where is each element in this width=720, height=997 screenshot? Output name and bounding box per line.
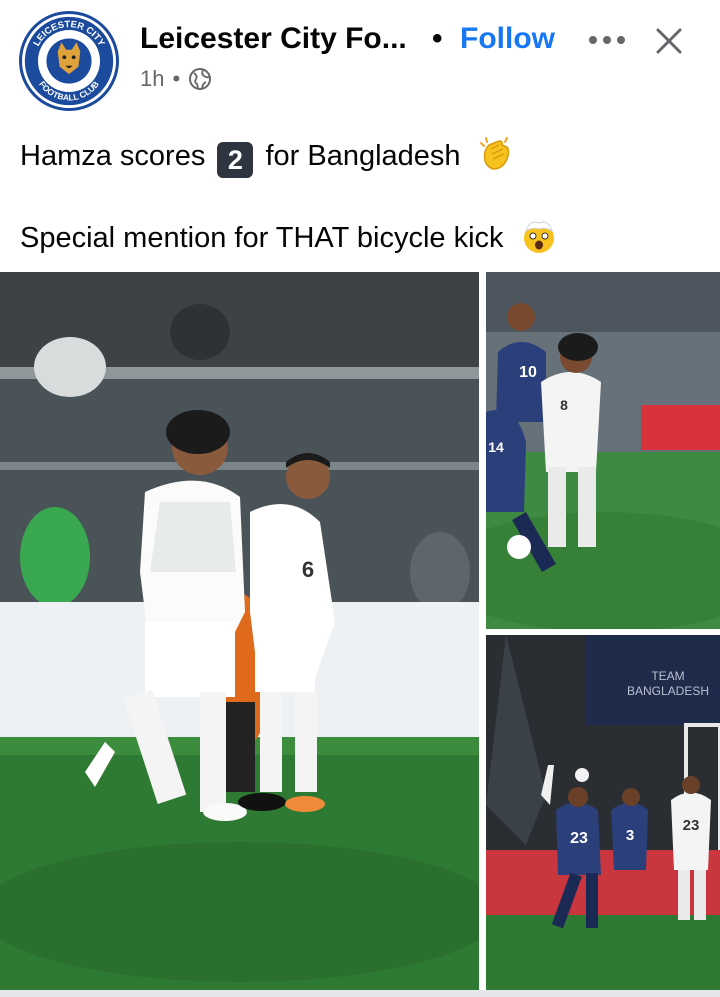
shirt-number-3: 3 (626, 827, 634, 844)
post-divider (0, 990, 720, 997)
post-photo-3[interactable]: TEAM BANGLADESH 23 3 23 (486, 635, 720, 990)
header-separator: • (432, 22, 443, 55)
shirt-number-14: 14 (488, 439, 504, 455)
shirt-number-8: 8 (560, 397, 568, 413)
banner-bangladesh: BANGLADESH (627, 684, 709, 698)
shirt-number-23-white: 23 (683, 817, 700, 834)
celebration-photo: 6 (0, 272, 479, 990)
page-avatar[interactable]: LEICESTER CITY FOOTBALL CLUB (19, 11, 119, 111)
match-action-photo: 10 8 14 (486, 272, 720, 629)
keycap-number: 2 (217, 142, 254, 178)
banner-team: TEAM (651, 669, 684, 683)
follow-button[interactable]: Follow (460, 22, 555, 56)
caption-text-1: Hamza scores (20, 140, 206, 172)
leicester-crest-logo: LEICESTER CITY FOOTBALL CLUB (24, 16, 114, 106)
shirt-number-1: 6 (302, 557, 314, 582)
clapping-hands-icon (479, 137, 509, 170)
caption-line-1: Hamza scores 2 for Bangladesh (20, 134, 558, 178)
post-meta: 1h • (140, 66, 212, 92)
caption-text-2: Special mention for THAT bicycle kick (20, 222, 504, 254)
shirt-number-10: 10 (519, 364, 537, 381)
close-icon (656, 28, 682, 54)
post-photo-main[interactable]: 6 (0, 272, 479, 990)
bicycle-kick-photo: TEAM BANGLADESH 23 3 23 (486, 635, 720, 990)
shocked-face-icon (523, 221, 554, 253)
shirt-number-23-blue: 23 (570, 830, 588, 847)
more-dots-icon (589, 36, 625, 44)
post-time[interactable]: 1h (140, 66, 164, 92)
caption-line-2: Special mention for THAT bicycle kick (20, 216, 558, 260)
post-header: LEICESTER CITY FOOTBALL CLUB Leicester C… (0, 0, 720, 120)
post-photo-2[interactable]: 10 8 14 (486, 272, 720, 629)
globe-icon[interactable] (188, 67, 212, 91)
page-name[interactable]: Leicester City Fo... (140, 22, 407, 56)
meta-separator: • (172, 66, 181, 91)
caption-text-1b: for Bangladesh (265, 140, 461, 172)
post-caption: Hamza scores 2 for Bangladesh Special me… (20, 134, 558, 260)
close-button[interactable] (652, 24, 686, 58)
more-options-button[interactable] (585, 24, 629, 56)
